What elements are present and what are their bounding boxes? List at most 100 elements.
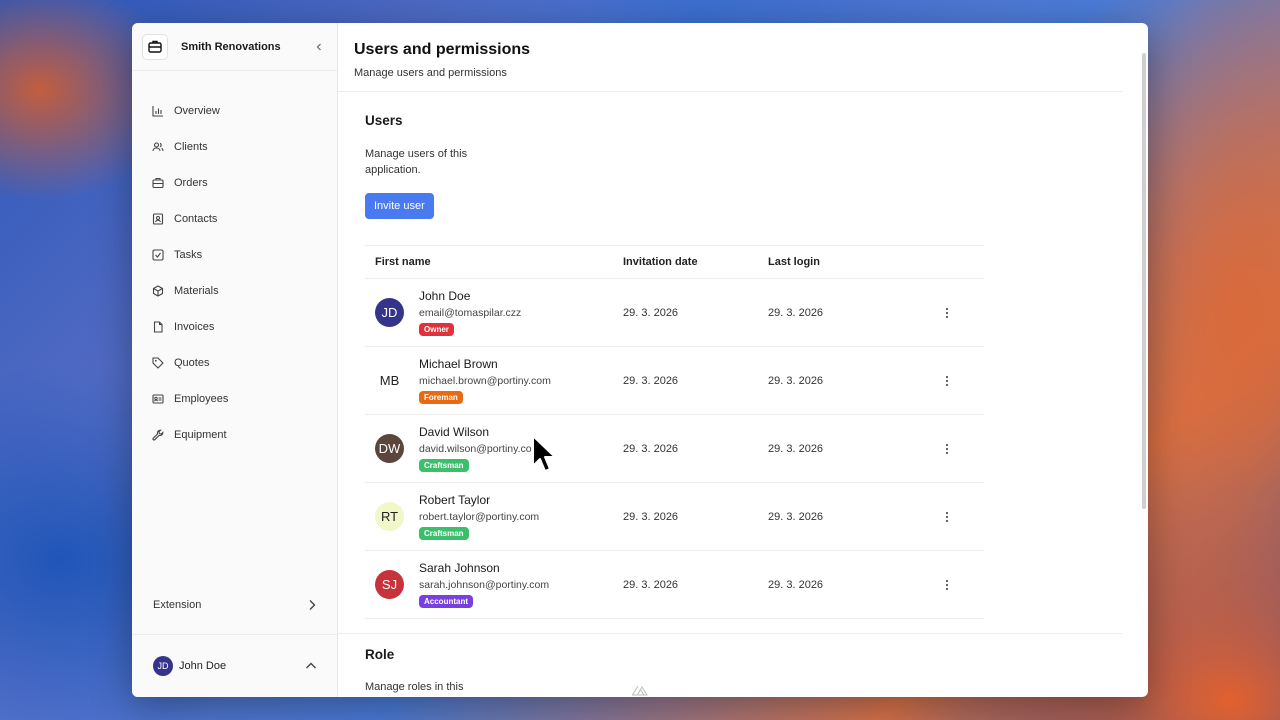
- role-badge: Craftsman: [419, 527, 469, 540]
- role-section-title: Role: [365, 647, 395, 662]
- user-name: Robert Taylor: [419, 493, 491, 507]
- users-section-title: Users: [365, 113, 403, 128]
- table-row[interactable]: SJ Sarah Johnson sarah.johnson@portiny.com…: [365, 550, 984, 619]
- invitation-date: 29. 3. 2026: [623, 414, 768, 483]
- role-section: Role Manage roles in this: [338, 633, 1122, 695]
- user-cell: RT Robert Taylor robert.taylor@portiny.com…: [365, 482, 623, 551]
- invitation-date: 29. 3. 2026: [623, 278, 768, 347]
- app-window: Smith Renovations Overview Clients Order…: [132, 23, 1148, 697]
- invitation-date: 29. 3. 2026: [623, 550, 768, 619]
- sidebar-item-label: Materials: [174, 285, 219, 297]
- row-actions-button[interactable]: [938, 372, 956, 390]
- sidebar-item-invoices[interactable]: Invoices: [132, 309, 337, 345]
- sidebar-item-quotes[interactable]: Quotes: [132, 345, 337, 381]
- row-actions-button[interactable]: [938, 576, 956, 594]
- table-row[interactable]: RT Robert Taylor robert.taylor@portiny.com…: [365, 482, 984, 551]
- role-badge: Owner: [419, 323, 454, 336]
- table-row[interactable]: DW David Wilson david.wilson@portiny.com Cr…: [365, 414, 984, 483]
- contact-card-icon: [152, 213, 164, 225]
- sidebar-item-label: Orders: [174, 177, 208, 189]
- sidebar-item-label: Clients: [174, 141, 208, 153]
- scrollbar[interactable]: [1142, 53, 1146, 509]
- invitation-date: 29. 3. 2026: [623, 482, 768, 551]
- avatar: SJ: [375, 570, 404, 599]
- row-actions-cell: [938, 346, 984, 415]
- invite-user-button[interactable]: Invite user: [365, 193, 434, 219]
- chevron-up-icon: [306, 662, 316, 669]
- role-badge: Foreman: [419, 391, 463, 404]
- sidebar-extension[interactable]: Extension: [132, 593, 337, 617]
- sidebar-item-label: Tasks: [174, 249, 203, 261]
- more-vertical-icon: [945, 443, 949, 454]
- main-content: Users and permissions Manage users and p…: [338, 23, 1148, 697]
- page-header: Users and permissions Manage users and p…: [338, 23, 1122, 92]
- user-name: Michael Brown: [419, 357, 498, 371]
- column-header-last-login[interactable]: Last login: [768, 245, 938, 279]
- row-actions-button[interactable]: [938, 508, 956, 526]
- table-header-row: First name Invitation date Last login: [365, 245, 984, 279]
- sidebar-item-label: Contacts: [174, 213, 218, 225]
- table-row[interactable]: JD John Doe email@tomaspilar.czz Owner 29. 3…: [365, 278, 984, 347]
- invitation-date: 29. 3. 2026: [623, 346, 768, 415]
- nuxt-devtools-icon[interactable]: [631, 684, 649, 696]
- last-login: 29. 3. 2026: [768, 414, 938, 483]
- column-header-actions: [938, 245, 984, 279]
- sidebar-user-menu[interactable]: JD John Doe: [132, 634, 337, 697]
- user-name: John Doe: [179, 660, 227, 672]
- row-actions-cell: [938, 278, 984, 347]
- sidebar-item-equipment[interactable]: Equipment: [132, 417, 337, 453]
- sidebar-item-tasks[interactable]: Tasks: [132, 237, 337, 273]
- sidebar-item-overview[interactable]: Overview: [132, 93, 337, 129]
- collapse-sidebar-button[interactable]: [311, 39, 327, 55]
- file-icon: [152, 321, 164, 333]
- sidebar-item-materials[interactable]: Materials: [132, 273, 337, 309]
- id-card-icon: [152, 393, 164, 405]
- sidebar-item-employees[interactable]: Employees: [132, 381, 337, 417]
- user-name: John Doe: [419, 289, 471, 303]
- bar-chart-icon: [152, 105, 164, 117]
- row-actions-cell: [938, 414, 984, 483]
- more-vertical-icon: [945, 511, 949, 522]
- users-section-description: Manage users of this application.: [365, 148, 468, 176]
- sidebar-item-clients[interactable]: Clients: [132, 129, 337, 165]
- last-login: 29. 3. 2026: [768, 482, 938, 551]
- users-section: Users Manage users of this application. …: [338, 113, 1148, 619]
- row-actions-cell: [938, 482, 984, 551]
- row-actions-button[interactable]: [938, 304, 956, 322]
- user-cell: DW David Wilson david.wilson@portiny.com Cr…: [365, 414, 623, 483]
- row-actions-cell: [938, 550, 984, 619]
- user-email: email@tomaspilar.czz: [419, 307, 522, 319]
- column-header-first-name[interactable]: First name: [365, 245, 623, 279]
- column-header-invitation-date[interactable]: Invitation date: [623, 245, 768, 279]
- user-email: sarah.johnson@portiny.com: [419, 579, 550, 591]
- briefcase-icon: [152, 177, 164, 189]
- user-email: robert.taylor@portiny.com: [419, 511, 540, 523]
- row-actions-button[interactable]: [938, 440, 956, 458]
- last-login: 29. 3. 2026: [768, 278, 938, 347]
- sidebar-item-orders[interactable]: Orders: [132, 165, 337, 201]
- user-email: david.wilson@portiny.com: [419, 443, 541, 455]
- table-row[interactable]: MB Michael Brown michael.brown@portiny.com…: [365, 346, 984, 415]
- avatar: MB: [375, 366, 404, 395]
- role-badge: Accountant: [419, 595, 473, 608]
- brand-name: Smith Renovations: [181, 40, 281, 53]
- user-email: michael.brown@portiny.com: [419, 375, 551, 387]
- sidebar: Smith Renovations Overview Clients Order…: [132, 23, 338, 697]
- wrench-icon: [152, 429, 164, 441]
- user-cell: JD John Doe email@tomaspilar.czz Owner: [365, 278, 623, 347]
- sidebar-item-label: Employees: [174, 393, 229, 405]
- avatar: JD: [153, 656, 173, 676]
- sidebar-item-contacts[interactable]: Contacts: [132, 201, 337, 237]
- role-badge: Craftsman: [419, 459, 469, 472]
- extension-label: Extension: [153, 599, 202, 611]
- user-cell: SJ Sarah Johnson sarah.johnson@portiny.com…: [365, 550, 623, 619]
- avatar: DW: [375, 434, 404, 463]
- briefcase-logo-icon: [142, 33, 168, 60]
- box-icon: [152, 285, 164, 297]
- page-subtitle: Manage users and permissions: [354, 67, 507, 79]
- avatar: JD: [375, 298, 404, 327]
- user-cell: MB Michael Brown michael.brown@portiny.com…: [365, 346, 623, 415]
- users-table: First name Invitation date Last login JD…: [365, 245, 984, 619]
- sidebar-header: Smith Renovations: [132, 23, 337, 71]
- check-square-icon: [152, 249, 164, 261]
